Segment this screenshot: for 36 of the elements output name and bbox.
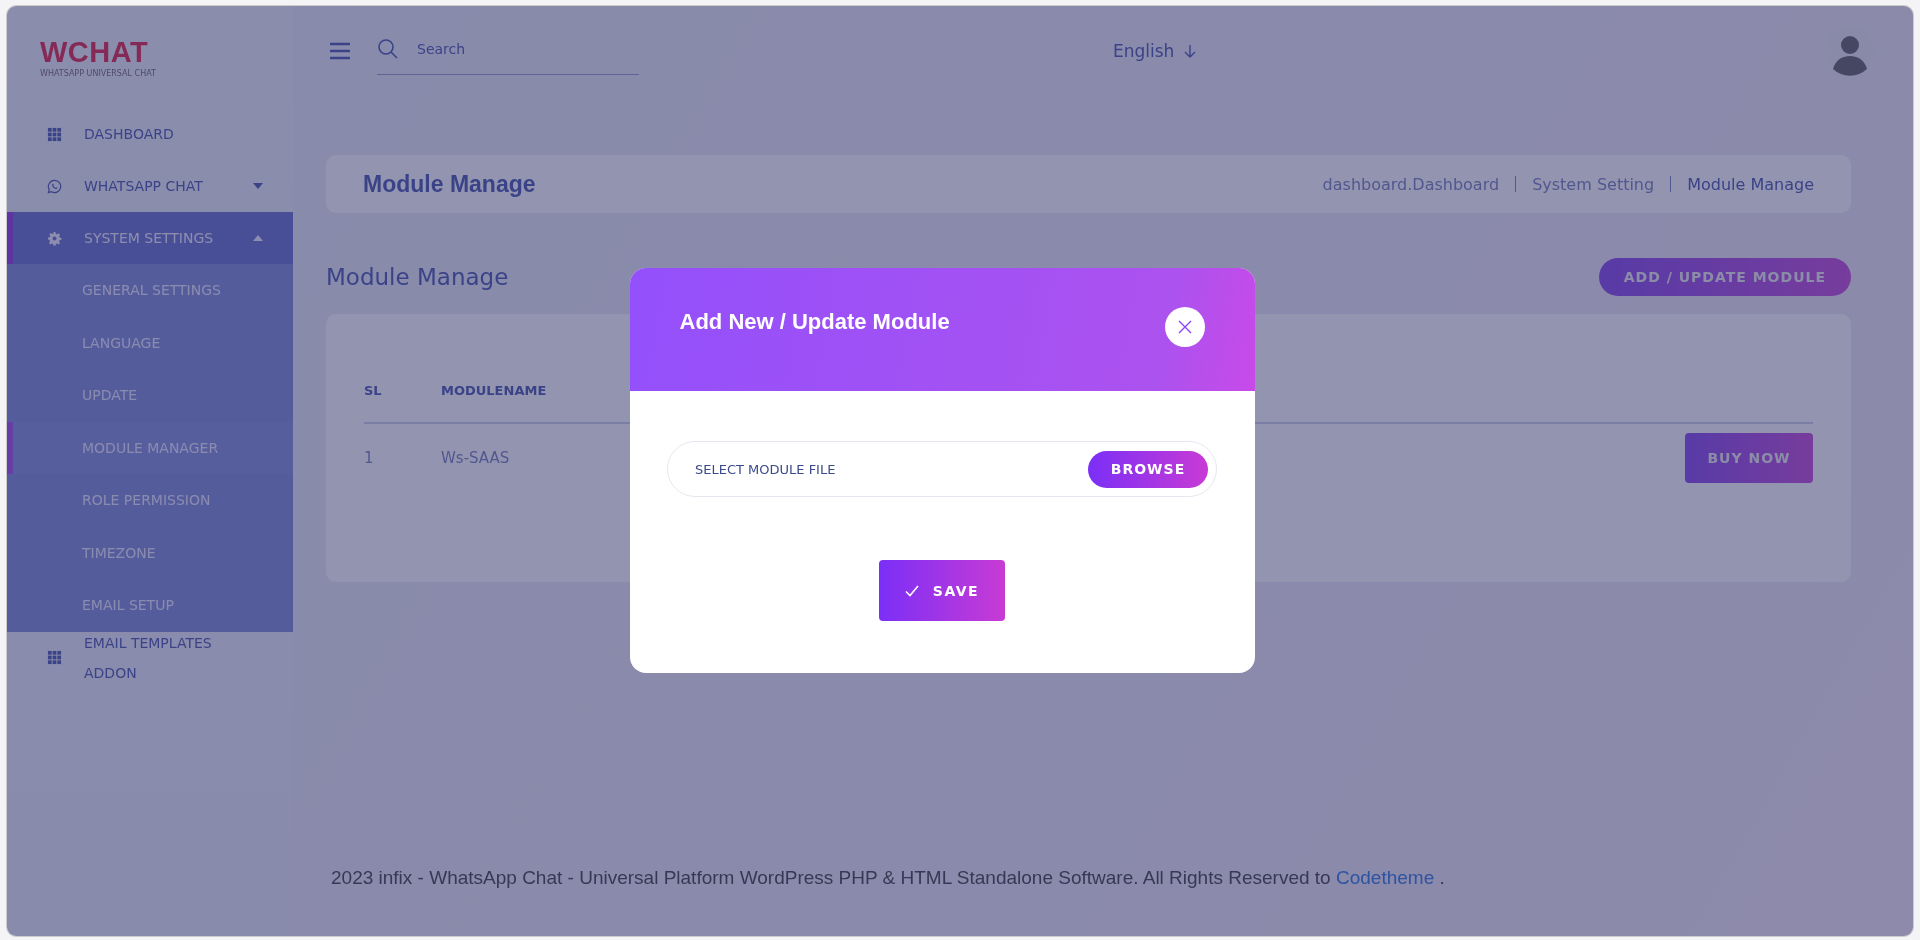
save-button[interactable]: SAVE xyxy=(878,560,1006,621)
arrow-down-icon xyxy=(1184,44,1197,58)
breadcrumb-link[interactable]: Module Manage xyxy=(1687,174,1814,194)
modal-title: Add New / Update Module xyxy=(679,308,951,335)
breadcrumb-link[interactable]: dashboard.Dashboard xyxy=(1322,174,1500,194)
sidebar-item[interactable]: WHATSAPP CHAT xyxy=(7,160,293,212)
footer-text: 2023 infix - WhatsApp Chat - Universal Platform WordPress PHP & HTML Standalone Software. All Rights Reserved to Codetheme . xyxy=(331,867,1446,889)
add-update-module-button[interactable]: ADD / UPDATE MODULE xyxy=(1598,258,1851,296)
search-icon xyxy=(377,37,399,60)
gear-icon xyxy=(47,230,62,246)
column-header: MODULENAME xyxy=(441,382,548,398)
table-cell-text: 1 xyxy=(364,449,375,467)
search-field[interactable]: Search xyxy=(415,39,619,58)
breadcrumb-link[interactable]: System Setting xyxy=(1532,174,1655,194)
caret-down-icon xyxy=(253,183,263,189)
grid-icon xyxy=(47,126,62,142)
grid-icon xyxy=(47,650,62,665)
column-header: SL xyxy=(364,382,383,398)
caret-up-icon xyxy=(253,235,263,241)
close-button[interactable] xyxy=(1164,306,1205,347)
sidebar-item[interactable]: EMAIL TEMPLATES ADDON xyxy=(7,631,293,684)
buy-now-button[interactable]: BUY NOW xyxy=(1685,433,1813,483)
footer-link[interactable]: Codetheme xyxy=(1335,867,1435,888)
sidebar-item[interactable]: SYSTEM SETTINGS xyxy=(7,212,293,264)
page-title: Module Manage xyxy=(326,264,509,290)
chat-bubble-icon xyxy=(47,178,62,194)
check-icon xyxy=(904,584,919,597)
breadcrumb-title: Module Manage xyxy=(363,170,536,198)
language-selector[interactable]: English xyxy=(1113,41,1197,61)
sidebar-item[interactable]: DASHBOARD xyxy=(7,108,293,160)
table-cell-text: Ws-SAAS xyxy=(441,449,511,467)
logo-title: WCHAT xyxy=(40,38,150,67)
browse-button[interactable]: BROWSE xyxy=(1088,450,1208,488)
menu-icon[interactable] xyxy=(329,42,351,60)
close-icon xyxy=(1176,318,1193,335)
logo-subtitle: WHATSAPP UNIVERSAL CHAT xyxy=(40,69,157,78)
